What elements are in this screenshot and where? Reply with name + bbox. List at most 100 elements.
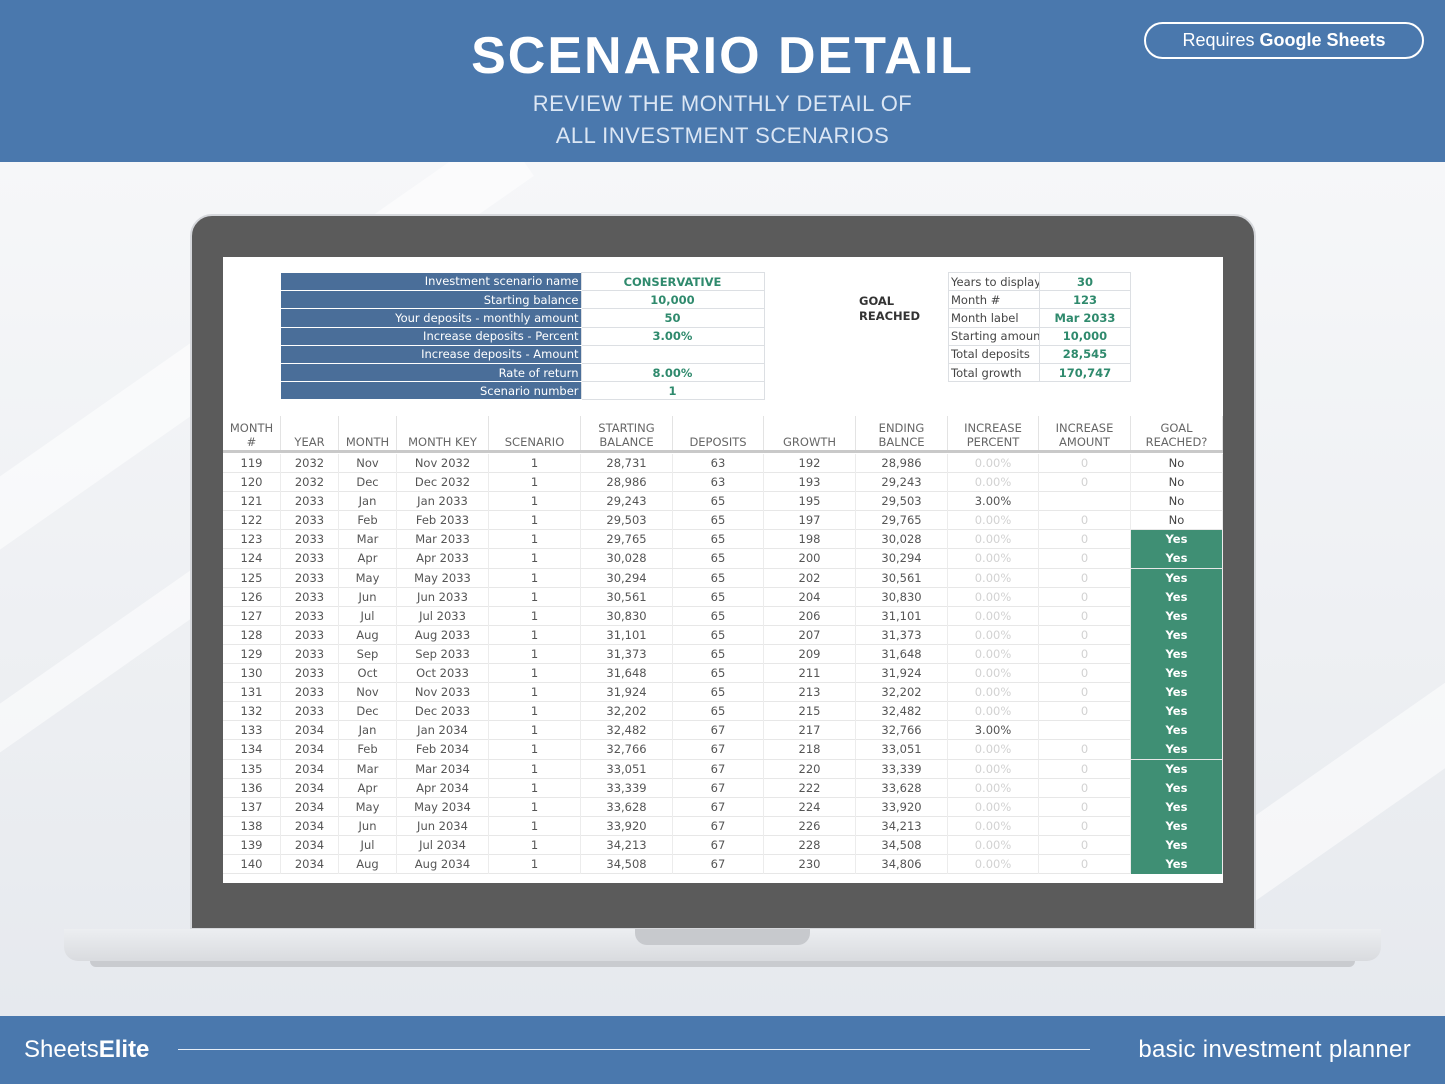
scenario-info-value[interactable]: 10,000	[580, 290, 765, 310]
cell-increase-percent[interactable]: 0.00%	[948, 530, 1039, 550]
cell-growth[interactable]: 230	[764, 854, 856, 874]
cell-month-num[interactable]: 129	[223, 644, 281, 664]
cell-month-key[interactable]: Aug 2034	[397, 854, 489, 874]
cell-growth[interactable]: 222	[764, 778, 856, 798]
cell-growth[interactable]: 206	[764, 606, 856, 626]
cell-increase-percent[interactable]: 0.00%	[948, 835, 1039, 855]
cell-month-key[interactable]: Nov 2032	[397, 454, 489, 473]
cell-month-num[interactable]: 121	[223, 492, 281, 512]
cell-goal-reached[interactable]: Yes	[1131, 702, 1223, 722]
cell-starting-balance[interactable]: 28,731	[581, 454, 673, 473]
scenario-info-value[interactable]: 3.00%	[580, 326, 765, 346]
cell-increase-amount[interactable]: 0	[1039, 778, 1131, 798]
cell-deposits[interactable]: 67	[673, 816, 764, 836]
cell-ending-balance[interactable]: 31,648	[856, 644, 948, 664]
cell-month[interactable]: Jul	[339, 606, 397, 626]
cell-increase-percent[interactable]: 0.00%	[948, 568, 1039, 588]
cell-ending-balance[interactable]: 33,051	[856, 740, 948, 760]
scenario-info-value[interactable]: CONSERVATIVE	[580, 271, 765, 292]
cell-deposits[interactable]: 67	[673, 797, 764, 817]
cell-deposits[interactable]: 65	[673, 625, 764, 645]
cell-ending-balance[interactable]: 30,294	[856, 549, 948, 569]
cell-month[interactable]: Jan	[339, 492, 397, 512]
cell-deposits[interactable]: 65	[673, 587, 764, 607]
cell-increase-amount[interactable]: 0	[1039, 644, 1131, 664]
cell-increase-amount[interactable]: 0	[1039, 702, 1131, 722]
cell-starting-balance[interactable]: 31,648	[581, 664, 673, 684]
cell-increase-amount[interactable]: 0	[1039, 549, 1131, 569]
cell-scenario[interactable]: 1	[489, 549, 581, 569]
column-header-growth[interactable]: GROWTH	[764, 416, 856, 450]
cell-ending-balance[interactable]: 34,213	[856, 816, 948, 836]
cell-month-key[interactable]: Aug 2033	[397, 625, 489, 645]
cell-increase-percent[interactable]: 0.00%	[948, 759, 1039, 779]
cell-increase-amount[interactable]: 0	[1039, 683, 1131, 703]
cell-month-num[interactable]: 120	[223, 473, 281, 493]
cell-ending-balance[interactable]: 31,101	[856, 606, 948, 626]
cell-increase-amount[interactable]	[1039, 721, 1131, 741]
cell-scenario[interactable]: 1	[489, 530, 581, 550]
cell-year[interactable]: 2034	[281, 816, 339, 836]
cell-starting-balance[interactable]: 33,920	[581, 816, 673, 836]
column-header-increase-amount[interactable]: INCREASE AMOUNT	[1039, 416, 1131, 450]
cell-ending-balance[interactable]: 29,243	[856, 473, 948, 493]
cell-ending-balance[interactable]: 32,482	[856, 702, 948, 722]
cell-year[interactable]: 2034	[281, 740, 339, 760]
cell-scenario[interactable]: 1	[489, 625, 581, 645]
cell-starting-balance[interactable]: 34,213	[581, 835, 673, 855]
cell-increase-percent[interactable]: 0.00%	[948, 797, 1039, 817]
cell-month[interactable]: Mar	[339, 759, 397, 779]
cell-goal-reached[interactable]: Yes	[1131, 606, 1223, 626]
cell-growth[interactable]: 207	[764, 625, 856, 645]
cell-year[interactable]: 2034	[281, 778, 339, 798]
cell-increase-percent[interactable]: 0.00%	[948, 511, 1039, 531]
cell-ending-balance[interactable]: 33,920	[856, 797, 948, 817]
cell-increase-amount[interactable]: 0	[1039, 759, 1131, 779]
cell-ending-balance[interactable]: 32,202	[856, 683, 948, 703]
cell-starting-balance[interactable]: 30,561	[581, 587, 673, 607]
cell-growth[interactable]: 218	[764, 740, 856, 760]
cell-scenario[interactable]: 1	[489, 664, 581, 684]
cell-growth[interactable]: 220	[764, 759, 856, 779]
cell-month-key[interactable]: Dec 2033	[397, 702, 489, 722]
cell-scenario[interactable]: 1	[489, 778, 581, 798]
cell-increase-amount[interactable]: 0	[1039, 530, 1131, 550]
cell-starting-balance[interactable]: 32,766	[581, 740, 673, 760]
cell-month-key[interactable]: Nov 2033	[397, 683, 489, 703]
cell-increase-amount[interactable]: 0	[1039, 454, 1131, 473]
cell-ending-balance[interactable]: 34,806	[856, 854, 948, 874]
cell-year[interactable]: 2034	[281, 797, 339, 817]
cell-ending-balance[interactable]: 33,339	[856, 759, 948, 779]
column-header-increase-percent[interactable]: INCREASE PERCENT	[948, 416, 1039, 450]
cell-month-key[interactable]: Feb 2033	[397, 511, 489, 531]
cell-goal-reached[interactable]: Yes	[1131, 721, 1223, 741]
cell-increase-percent[interactable]: 0.00%	[948, 454, 1039, 473]
cell-month[interactable]: Feb	[339, 511, 397, 531]
cell-goal-reached[interactable]: Yes	[1131, 644, 1223, 664]
cell-month-key[interactable]: Jan 2034	[397, 721, 489, 741]
cell-goal-reached[interactable]: No	[1131, 511, 1223, 531]
cell-ending-balance[interactable]: 30,028	[856, 530, 948, 550]
cell-starting-balance[interactable]: 29,503	[581, 511, 673, 531]
cell-growth[interactable]: 213	[764, 683, 856, 703]
cell-deposits[interactable]: 65	[673, 568, 764, 588]
cell-growth[interactable]: 226	[764, 816, 856, 836]
cell-goal-reached[interactable]: No	[1131, 473, 1223, 493]
scenario-info-value[interactable]	[580, 344, 765, 364]
cell-starting-balance[interactable]: 29,765	[581, 530, 673, 550]
cell-growth[interactable]: 217	[764, 721, 856, 741]
cell-year[interactable]: 2033	[281, 492, 339, 512]
cell-goal-reached[interactable]: Yes	[1131, 530, 1223, 550]
cell-ending-balance[interactable]: 31,373	[856, 625, 948, 645]
cell-scenario[interactable]: 1	[489, 568, 581, 588]
cell-starting-balance[interactable]: 33,051	[581, 759, 673, 779]
cell-year[interactable]: 2033	[281, 644, 339, 664]
scenario-info-value[interactable]: 50	[580, 308, 765, 328]
cell-goal-reached[interactable]: Yes	[1131, 568, 1223, 588]
cell-month-num[interactable]: 134	[223, 740, 281, 760]
cell-month-key[interactable]: Jul 2034	[397, 835, 489, 855]
cell-goal-reached[interactable]: Yes	[1131, 549, 1223, 569]
cell-scenario[interactable]: 1	[489, 606, 581, 626]
cell-month-key[interactable]: Mar 2034	[397, 759, 489, 779]
cell-increase-percent[interactable]: 0.00%	[948, 473, 1039, 493]
